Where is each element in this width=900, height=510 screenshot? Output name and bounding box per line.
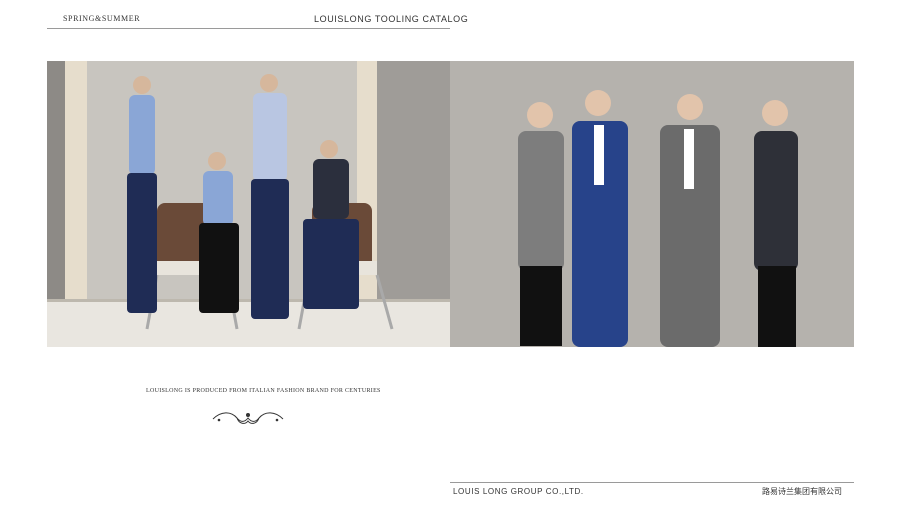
- photo-casual-uniforms: [47, 61, 450, 347]
- photo-business-suits: [450, 61, 854, 347]
- brand-tagline: Louislong is produced from italian fashi…: [146, 388, 381, 394]
- company-name-chinese: 路易诗兰集团有限公司: [762, 487, 842, 496]
- header-divider: [47, 28, 450, 29]
- season-label: SPRING&SUMMER: [63, 14, 141, 23]
- ornament-divider: [211, 407, 285, 429]
- company-name-english: LOUIS LONG GROUP CO.,LTD.: [453, 487, 584, 496]
- footer-divider: [450, 482, 854, 483]
- catalog-title: LOUISLONG TOOLING CATALOG: [314, 14, 469, 24]
